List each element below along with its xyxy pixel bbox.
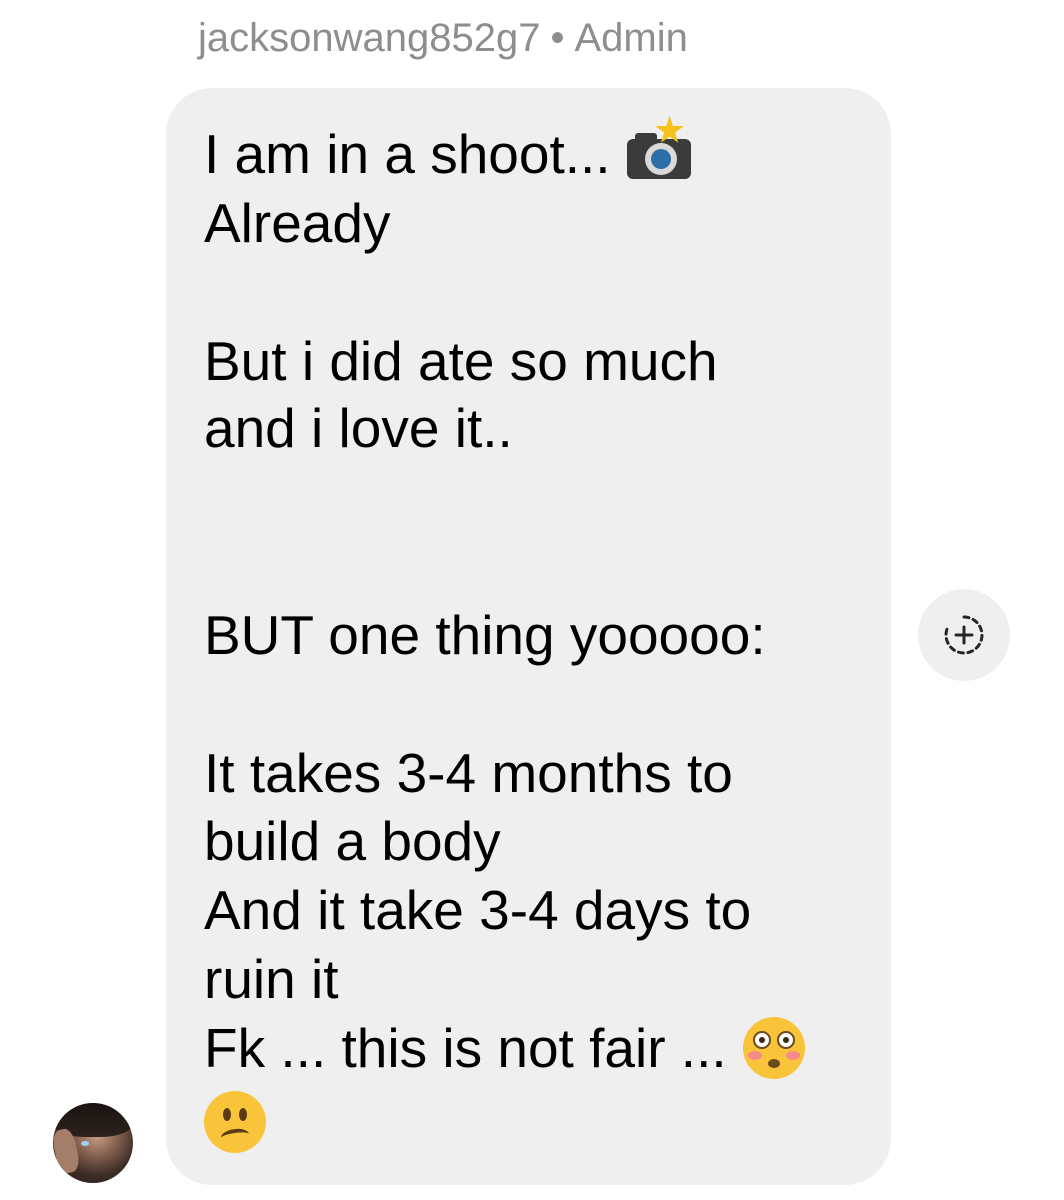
message-text: But i did ate so much bbox=[204, 330, 718, 392]
message-line: build a body bbox=[204, 807, 501, 875]
message-text: build a body bbox=[204, 810, 501, 872]
message-sender-line: jacksonwang852g7 • Admin bbox=[198, 14, 688, 62]
message-line: And it take 3-4 days to bbox=[204, 876, 751, 944]
sender-username[interactable]: jacksonwang852g7 bbox=[198, 16, 540, 60]
message-line: I am in a shoot... bbox=[204, 115, 693, 189]
message-text: And it take 3-4 days to bbox=[204, 879, 752, 941]
message-text: Already bbox=[204, 192, 391, 254]
message-line bbox=[204, 1086, 266, 1155]
camera-with-flash-icon bbox=[625, 115, 693, 183]
message-line: ruin it bbox=[204, 945, 339, 1013]
message-line: and i love it.. bbox=[204, 394, 513, 462]
separator-dot: • bbox=[550, 16, 565, 60]
message-line: BUT one thing yooooo: bbox=[204, 601, 766, 669]
message-bubble[interactable]: I am in a shoot... Already But i did ate… bbox=[166, 88, 891, 1185]
sender-role: Admin bbox=[574, 16, 688, 60]
message-line: It takes 3-4 months to bbox=[204, 739, 733, 807]
avatar[interactable] bbox=[53, 1103, 133, 1183]
message-text: Fk ... this is not fair ... bbox=[204, 1017, 727, 1079]
message-text: I am in a shoot... bbox=[204, 123, 611, 185]
message-line: Fk ... this is not fair ... bbox=[204, 1014, 805, 1083]
message-text: BUT one thing yooooo: bbox=[204, 604, 766, 666]
confused-face-icon bbox=[204, 1091, 266, 1154]
message-text: and i love it.. bbox=[204, 397, 513, 459]
add-reaction-icon bbox=[944, 615, 984, 655]
message-line: But i did ate so much bbox=[204, 327, 718, 395]
message-text: ruin it bbox=[204, 948, 339, 1010]
add-reaction-button[interactable] bbox=[918, 589, 1010, 681]
message-text: It takes 3-4 months to bbox=[204, 742, 733, 804]
flushed-face-icon bbox=[742, 1017, 805, 1080]
message-line: Already bbox=[204, 189, 390, 257]
